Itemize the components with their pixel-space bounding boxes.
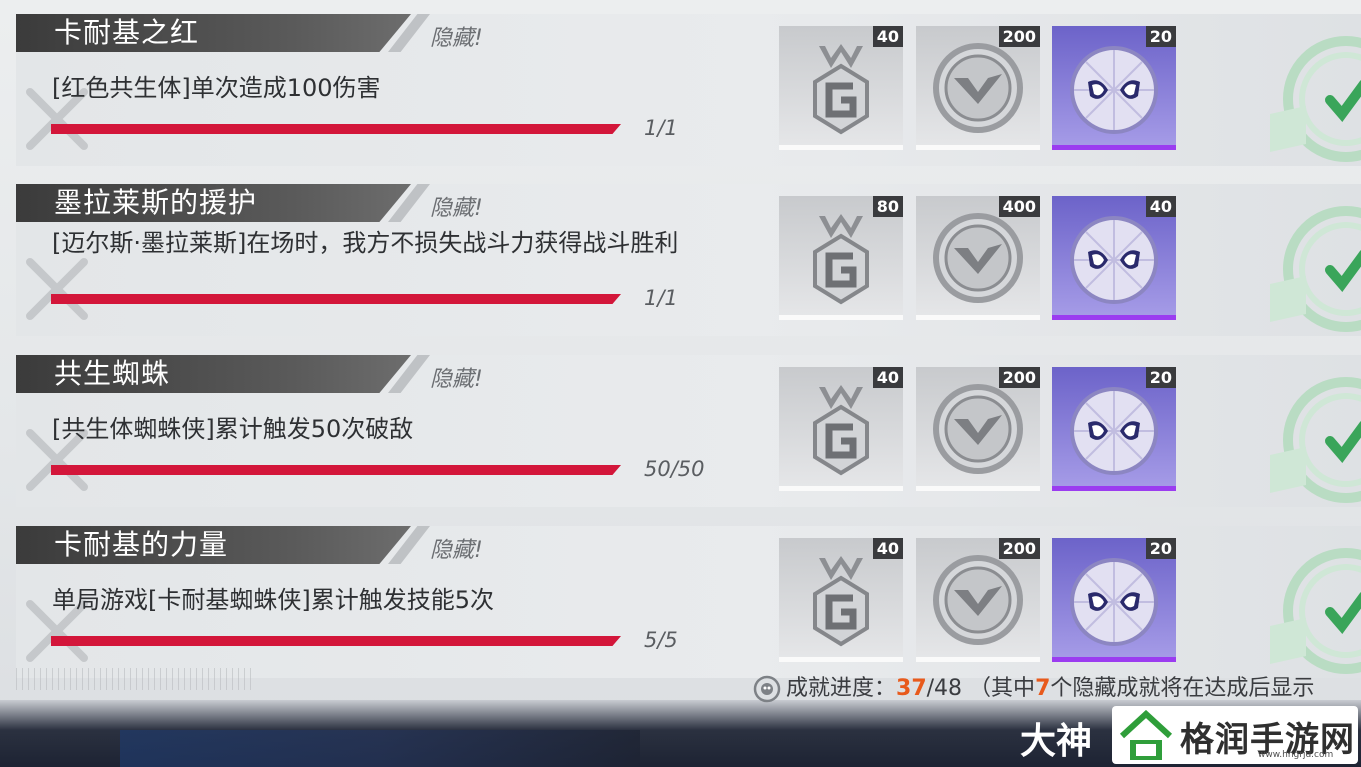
- progress-bar: [51, 636, 621, 646]
- g-medal-icon: [813, 556, 869, 647]
- reward-count: 200: [998, 538, 1040, 559]
- shield-coin-icon: [933, 213, 1023, 303]
- progress-bar-fill: [51, 124, 621, 134]
- shield-coin-icon: [933, 555, 1023, 645]
- reward-spider-mask[interactable]: 20: [1052, 367, 1176, 491]
- footer-ruler: [16, 668, 256, 690]
- reward-shield-coin[interactable]: 200: [916, 26, 1040, 150]
- progress-text: 1/1: [644, 286, 678, 310]
- progress-text: 5/5: [644, 628, 678, 652]
- achievement-description: [共生体蜘蛛侠]累计触发50次破敌: [52, 415, 414, 443]
- achievement-description: [迈尔斯·墨拉莱斯]在场时，我方不损失战斗力获得战斗胜利: [52, 229, 679, 257]
- reward-count: 400: [998, 196, 1040, 217]
- spider-mask-icon: [1070, 46, 1158, 134]
- reward-underline: [1052, 315, 1176, 320]
- completed-check-icon: [1270, 377, 1361, 503]
- progress-done: 37: [896, 676, 927, 701]
- watermark-logo: 格润手游网 www.hngrjd.com: [1112, 706, 1358, 764]
- progress-note-post: 个隐藏成就将在达成后显示: [1050, 676, 1315, 701]
- achievement-title: 卡耐基之红: [54, 16, 200, 49]
- reward-spider-mask[interactable]: 40: [1052, 196, 1176, 320]
- reward-count: 200: [998, 26, 1040, 47]
- progress-bar: [51, 465, 621, 475]
- spider-mask-icon: [1070, 216, 1158, 304]
- watermark-left: 大神: [1020, 721, 1093, 762]
- reward-underline: [916, 486, 1040, 491]
- progress-bar: [51, 124, 621, 134]
- progress-text: 1/1: [644, 116, 678, 140]
- hidden-tag: 隐藏!: [430, 538, 483, 563]
- achievement-title: 墨拉莱斯的援护: [54, 186, 258, 219]
- reward-underline: [1052, 657, 1176, 662]
- reward-underline: [916, 315, 1040, 320]
- reward-underline: [779, 486, 903, 491]
- progress-bar-fill: [51, 294, 621, 304]
- achievement-title: 共生蜘蛛: [54, 357, 171, 390]
- progress-hidden-count: 7: [1035, 676, 1051, 701]
- reward-shield-coin[interactable]: 400: [916, 196, 1040, 320]
- reward-underline: [779, 657, 903, 662]
- completed-check-icon: [1270, 548, 1361, 674]
- reward-count: 20: [1145, 367, 1176, 388]
- hidden-tag: 隐藏!: [430, 196, 483, 221]
- achievement-description: 单局游戏[卡耐基蜘蛛侠]累计触发技能5次: [52, 586, 494, 614]
- reward-spider-mask[interactable]: 20: [1052, 26, 1176, 150]
- reward-g-medal[interactable]: 40: [779, 26, 903, 150]
- g-medal-icon: [813, 385, 869, 476]
- shield-coin-icon: [933, 384, 1023, 474]
- achievement-progress-icon: [753, 675, 781, 703]
- achievement-row[interactable]: 卡耐基之红 隐藏! [红色共生体]单次造成100伤害 1/1 40 200 20: [16, 14, 1361, 166]
- reward-underline: [779, 315, 903, 320]
- reward-count: 200: [998, 367, 1040, 388]
- watermark-url: www.hngrjd.com: [1258, 750, 1334, 760]
- reward-count: 20: [1145, 538, 1176, 559]
- reward-underline: [779, 145, 903, 150]
- spider-mask-icon: [1070, 558, 1158, 646]
- progress-note-pre: （其中: [969, 676, 1036, 701]
- reward-shield-coin[interactable]: 200: [916, 538, 1040, 662]
- progress-bar-fill: [51, 636, 621, 646]
- g-medal-icon: [813, 214, 869, 305]
- reward-spider-mask[interactable]: 20: [1052, 538, 1176, 662]
- progress-bar-fill: [51, 465, 621, 475]
- achievement-row[interactable]: 墨拉莱斯的援护 隐藏! [迈尔斯·墨拉莱斯]在场时，我方不损失战斗力获得战斗胜利…: [16, 184, 1361, 336]
- reward-g-medal[interactable]: 40: [779, 367, 903, 491]
- progress-bar: [51, 294, 621, 304]
- reward-underline: [916, 145, 1040, 150]
- achievement-row[interactable]: 卡耐基的力量 隐藏! 单局游戏[卡耐基蜘蛛侠]累计触发技能5次 5/5 40 2…: [16, 526, 1361, 678]
- reward-count: 40: [872, 538, 903, 559]
- reward-g-medal[interactable]: 80: [779, 196, 903, 320]
- reward-count: 20: [1145, 26, 1176, 47]
- reward-underline: [1052, 145, 1176, 150]
- completed-check-icon: [1270, 36, 1361, 162]
- reward-count: 80: [872, 196, 903, 217]
- progress-label: 成就进度：: [786, 676, 897, 701]
- house-logo-icon: [1119, 710, 1173, 760]
- g-medal-icon: [813, 44, 869, 135]
- completed-check-icon: [1270, 206, 1361, 332]
- crossed-swords-icon: [26, 258, 88, 320]
- reward-count: 40: [872, 26, 903, 47]
- reward-underline: [1052, 486, 1176, 491]
- reward-underline: [916, 657, 1040, 662]
- shield-coin-icon: [933, 43, 1023, 133]
- reward-count: 40: [1145, 196, 1176, 217]
- achievement-description: [红色共生体]单次造成100伤害: [52, 74, 381, 102]
- achievement-progress-summary: 成就进度：37/48 （其中7个隐藏成就将在达成后显示: [752, 672, 1314, 706]
- progress-total: /48: [926, 676, 963, 701]
- achievement-row[interactable]: 共生蜘蛛 隐藏! [共生体蜘蛛侠]累计触发50次破敌 50/50 40 200: [16, 355, 1361, 507]
- progress-text: 50/50: [644, 457, 705, 481]
- achievement-title: 卡耐基的力量: [54, 528, 229, 561]
- hidden-tag: 隐藏!: [430, 367, 483, 392]
- reward-g-medal[interactable]: 40: [779, 538, 903, 662]
- reward-shield-coin[interactable]: 200: [916, 367, 1040, 491]
- hidden-tag: 隐藏!: [430, 26, 483, 51]
- spider-mask-icon: [1070, 387, 1158, 475]
- reward-count: 40: [872, 367, 903, 388]
